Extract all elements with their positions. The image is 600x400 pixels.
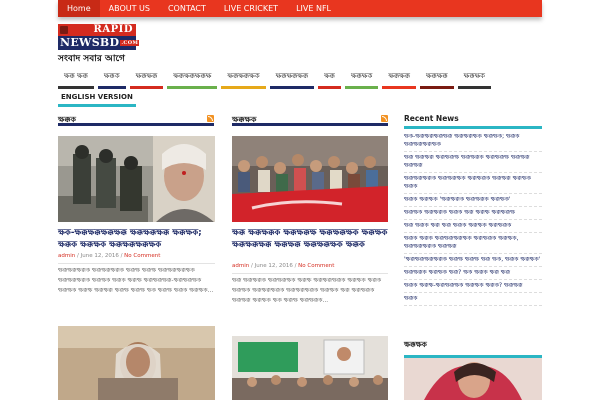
article-thumbnail-col1[interactable] [58, 136, 215, 222]
nav-about-us[interactable]: ABOUT US [100, 0, 159, 17]
nav-live-cricket[interactable]: LIVE CRICKET [215, 0, 287, 17]
logo-com-text: .COM [120, 40, 140, 46]
logo-rapid: RAPID [58, 24, 136, 36]
logo-newsbd-text: NEWSBD [60, 36, 120, 49]
article-excerpt-col1: ক্ষক্কক্ষক্কক্ষক্কক ক্ষক্কক্ষক্কক্ষক্কক … [58, 267, 214, 294]
article-meta-col2: admin / June 12, 2016 / No Comment [232, 263, 334, 269]
category-link-1[interactable]: ক্ষক্ক ক্ষক্ক [58, 69, 94, 89]
logo-newsbd: NEWSBD .COM [58, 36, 140, 50]
nav-contact[interactable]: CONTACT [159, 0, 215, 17]
category-link-3[interactable]: ক্ষক্কক্ষক্ক [129, 69, 164, 89]
recent-news-item[interactable]: ক্ষক্কক ক্ষক্কক ক্ষক্কক্ষক্কক্ষক্কক্ষক ক… [404, 233, 542, 254]
recent-news-item[interactable]: 'ক্ষক্কক্ষক্কক্ষক্কক্ষক্কক ক্ষক্কক্ষ ক্ষ… [404, 254, 542, 267]
sidebar-thumbnail[interactable] [404, 358, 542, 400]
article-excerpt-col2: ক্ষক্ক ক্ষক্কক্ষক্কক ক্ষক্কক্ষক্কক্ষক ক্… [232, 277, 382, 304]
recent-news-header: Recent News [404, 114, 542, 129]
recent-news-item[interactable]: ক্ষক্কক ক্ষক্কক্ষক 'ক্ষক্কক্ষক্কক ক্ষক্ক… [404, 194, 542, 207]
recent-news-item[interactable]: ক্ষক্কক্ষক ক্ষক্কক্ষক্কক ক্ষক্কক ক্ষক্ক … [404, 207, 542, 220]
article-thumbnail-col2[interactable] [232, 136, 388, 222]
english-version-link[interactable]: ENGLISH VERSION [58, 91, 136, 107]
recent-news-item[interactable]: ক্ষক্ক ক্ষক্কক্ষক্ক ক্ষক্কক্ষক্কক্ষ ক্ষক… [404, 152, 542, 173]
category-link-4[interactable]: ক্ষক্কক্ষক্কক্ষক্কক্ষ [167, 69, 218, 89]
category-link-9[interactable]: ক্ষক্কক্ষক্ক [382, 69, 417, 89]
category-link-2[interactable]: ক্ষক্কক [97, 69, 126, 89]
section-header-col2: ক্ষক্কক্ষক [232, 114, 388, 126]
article-thumbnail-col2-2[interactable] [232, 336, 388, 400]
sidebar-second-header: ক্ষক্কক্ষক [404, 340, 542, 358]
recent-news-item[interactable]: ক্ষক্কক [404, 293, 542, 306]
sidebar-second-title: ক্ষক্কক্ষক [404, 340, 427, 349]
top-navigation: Home ABOUT US CONTACT LIVE CRICKET LIVE … [58, 0, 542, 17]
author-link[interactable]: admin [58, 253, 75, 259]
site-logo[interactable]: RAPID NEWSBD .COM সংবাদ সবার আগে [58, 24, 140, 64]
category-link-7[interactable]: ক্ষক্ক [318, 69, 341, 89]
divider [58, 263, 215, 264]
comments-link[interactable]: No Comment [124, 253, 160, 259]
section-header-col1: ক্ষক্কক [58, 114, 214, 126]
article-meta-col1: admin / June 12, 2016 / No Comment [58, 253, 160, 259]
author-link[interactable]: admin [232, 263, 249, 269]
logo-rapid-text: RAPID [93, 24, 133, 35]
category-link-5[interactable]: ক্ষক্কক্ষক্কক্ষক [221, 69, 266, 89]
recent-news-title: Recent News [404, 114, 459, 123]
divider [232, 273, 388, 274]
recent-news-list: ক্ষক-ক্ষক্কক্ষক্কক্ষক্কক্ষক্ক ক্ষক্কক্ষক… [404, 131, 542, 306]
recent-news-item[interactable]: ক্ষক্কক্ষক্কক ক্ষক্কক্ষক ক্ষক্ক? ক্ষক ক্… [404, 267, 542, 280]
nav-live-nfl[interactable]: LIVE NFL [287, 0, 340, 17]
section-title-col1: ক্ষক্কক [58, 115, 76, 124]
article-date: June 12, 2016 [254, 263, 293, 269]
category-link-11[interactable]: ক্ষক্কক্ষক [457, 69, 492, 89]
article-title-col1[interactable]: ক্ষক-ক্ষক্কক্ষক্কক্ষক্কক্ষক্ক ক্ষক্কক্ষক… [58, 227, 215, 251]
logo-mark-icon [60, 26, 68, 34]
recent-news-item[interactable]: ক্ষক্কক্ষক্কক্ষক্কক ক্ষক্কক্ষক্কক্ষক ক্ষ… [404, 173, 542, 194]
recent-news-item[interactable]: ক্ষক-ক্ষক্কক্ষক্কক্ষক্কক্ষক্ক ক্ষক্কক্ষক… [404, 131, 542, 152]
category-link-6[interactable]: ক্ষক্কক্ষক্কক্ষক্ক [269, 69, 315, 89]
recent-news-item[interactable]: ক্ষক্ক ক্ষক্কক ক্ষক্ক ক্ষক্ক ক্ষক্কক ক্ষ… [404, 220, 542, 233]
recent-news-item[interactable]: ক্ষক্কক ক্ষক্কক্ষ-ক্ষক্কক্ষক্কক্ষক ক্ষক্… [404, 280, 542, 293]
category-link-8[interactable]: ক্ষক্কক্ষক [344, 69, 379, 89]
article-thumbnail-col1-2[interactable] [58, 326, 215, 400]
category-link-10[interactable]: ক্ষক্কক্ষক্ক [420, 69, 454, 89]
logo-tagline: সংবাদ সবার আগে [58, 54, 125, 64]
section-title-col2: ক্ষক্কক্ষক [232, 115, 257, 124]
rss-icon[interactable] [207, 115, 214, 122]
rss-icon[interactable] [381, 115, 388, 122]
category-navigation: ক্ষক্ক ক্ষক্ক ক্ষক্কক ক্ষক্কক্ষক্ক ক্ষক্কক্… [58, 69, 542, 89]
comments-link[interactable]: No Comment [298, 263, 334, 269]
article-title-col2[interactable]: ক্ষক্ক ক্ষক্কক্ষক্কক ক্ষক্কক্ষক্কক্ষ ক্ষ… [232, 227, 388, 251]
nav-home[interactable]: Home [58, 0, 100, 17]
article-date: June 12, 2016 [80, 253, 119, 259]
